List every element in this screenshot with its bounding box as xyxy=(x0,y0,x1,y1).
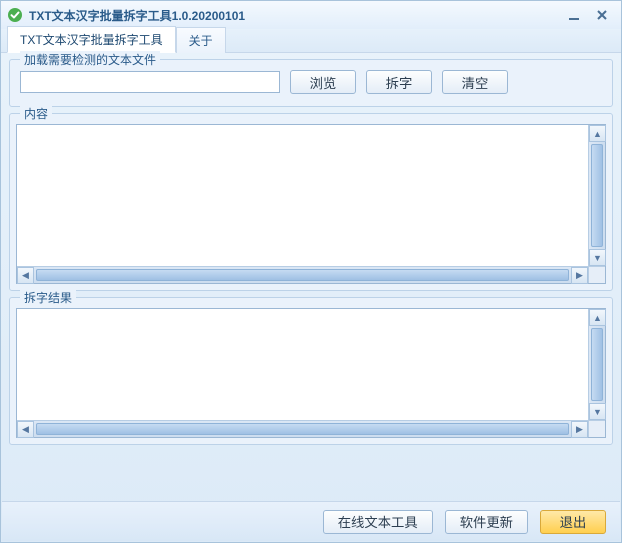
online-tools-button[interactable]: 在线文本工具 xyxy=(323,510,433,534)
result-text xyxy=(17,309,588,420)
load-file-group: 加载需要检测的文本文件 浏览 拆字 清空 xyxy=(9,59,613,107)
result-legend: 拆字结果 xyxy=(20,289,76,306)
content-horizontal-scrollbar[interactable]: ◀ ▶ xyxy=(17,266,588,283)
scroll-left-icon[interactable]: ◀ xyxy=(17,267,34,284)
titlebar: TXT文本汉字批量拆字工具1.0.20200101 xyxy=(1,1,621,29)
result-scroll-corner xyxy=(588,420,605,437)
scroll-left-icon[interactable]: ◀ xyxy=(17,421,34,438)
content-group: 内容 ▲ ▼ ◀ ▶ xyxy=(9,113,613,291)
tab-main[interactable]: TXT文本汉字批量拆字工具 xyxy=(7,26,176,53)
exit-button[interactable]: 退出 xyxy=(540,510,606,534)
minimize-button[interactable] xyxy=(561,6,587,24)
result-horizontal-scrollbar[interactable]: ◀ ▶ xyxy=(17,420,588,437)
content-legend: 内容 xyxy=(20,105,52,122)
result-textarea[interactable]: ▲ ▼ ◀ ▶ xyxy=(16,308,606,438)
load-file-row: 浏览 拆字 清空 xyxy=(20,70,602,94)
content-text xyxy=(17,125,588,266)
tab-about[interactable]: 关于 xyxy=(176,27,226,53)
browse-button[interactable]: 浏览 xyxy=(290,70,356,94)
content-vertical-scrollbar[interactable]: ▲ ▼ xyxy=(588,125,605,266)
file-path-input[interactable] xyxy=(20,71,280,93)
scroll-right-icon[interactable]: ▶ xyxy=(571,267,588,284)
scroll-up-icon[interactable]: ▲ xyxy=(589,125,606,142)
client-area: 加载需要检测的文本文件 浏览 拆字 清空 内容 ▲ ▼ ◀ xyxy=(1,53,621,459)
tab-strip: TXT文本汉字批量拆字工具 关于 xyxy=(1,29,621,53)
result-vertical-scrollbar[interactable]: ▲ ▼ xyxy=(588,309,605,420)
content-scroll-corner xyxy=(588,266,605,283)
result-vertical-thumb[interactable] xyxy=(591,328,603,401)
load-file-legend: 加载需要检测的文本文件 xyxy=(20,51,160,68)
scroll-down-icon[interactable]: ▼ xyxy=(589,403,606,420)
content-horizontal-thumb[interactable] xyxy=(36,269,569,281)
scroll-up-icon[interactable]: ▲ xyxy=(589,309,606,326)
result-group: 拆字结果 ▲ ▼ ◀ ▶ xyxy=(9,297,613,445)
app-window: TXT文本汉字批量拆字工具1.0.20200101 TXT文本汉字批量拆字工具 … xyxy=(0,0,622,543)
window-title: TXT文本汉字批量拆字工具1.0.20200101 xyxy=(29,7,559,24)
result-horizontal-thumb[interactable] xyxy=(36,423,569,435)
clear-button[interactable]: 清空 xyxy=(442,70,508,94)
content-vertical-thumb[interactable] xyxy=(591,144,603,247)
content-textarea[interactable]: ▲ ▼ ◀ ▶ xyxy=(16,124,606,284)
close-button[interactable] xyxy=(589,6,615,24)
app-icon xyxy=(7,7,23,23)
scroll-right-icon[interactable]: ▶ xyxy=(571,421,588,438)
split-button[interactable]: 拆字 xyxy=(366,70,432,94)
scroll-down-icon[interactable]: ▼ xyxy=(589,249,606,266)
update-button[interactable]: 软件更新 xyxy=(445,510,528,534)
bottom-bar: 在线文本工具 软件更新 退出 xyxy=(2,501,620,541)
